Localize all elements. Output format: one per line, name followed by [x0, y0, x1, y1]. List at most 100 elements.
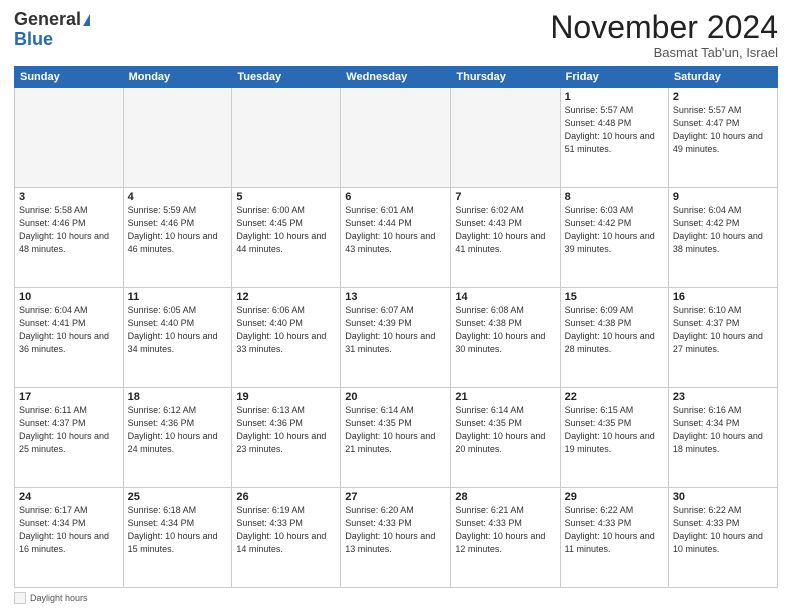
- logo: General Blue: [14, 10, 90, 50]
- calendar-day-header: Saturday: [668, 67, 777, 88]
- day-info: Sunrise: 6:12 AM Sunset: 4:36 PM Dayligh…: [128, 404, 228, 456]
- day-info: Sunrise: 6:13 AM Sunset: 4:36 PM Dayligh…: [236, 404, 336, 456]
- calendar-cell: 26Sunrise: 6:19 AM Sunset: 4:33 PM Dayli…: [232, 488, 341, 588]
- day-number: 27: [345, 491, 446, 503]
- calendar-cell: [451, 88, 560, 188]
- legend-label: Daylight hours: [30, 593, 88, 603]
- day-info: Sunrise: 6:03 AM Sunset: 4:42 PM Dayligh…: [565, 204, 664, 256]
- calendar-day-header: Tuesday: [232, 67, 341, 88]
- day-info: Sunrise: 6:06 AM Sunset: 4:40 PM Dayligh…: [236, 304, 336, 356]
- day-info: Sunrise: 6:14 AM Sunset: 4:35 PM Dayligh…: [345, 404, 446, 456]
- calendar-cell: 13Sunrise: 6:07 AM Sunset: 4:39 PM Dayli…: [341, 288, 451, 388]
- calendar-cell: 20Sunrise: 6:14 AM Sunset: 4:35 PM Dayli…: [341, 388, 451, 488]
- calendar-cell: 6Sunrise: 6:01 AM Sunset: 4:44 PM Daylig…: [341, 188, 451, 288]
- calendar-cell: 7Sunrise: 6:02 AM Sunset: 4:43 PM Daylig…: [451, 188, 560, 288]
- day-info: Sunrise: 6:02 AM Sunset: 4:43 PM Dayligh…: [455, 204, 555, 256]
- day-info: Sunrise: 6:16 AM Sunset: 4:34 PM Dayligh…: [673, 404, 773, 456]
- day-info: Sunrise: 5:57 AM Sunset: 4:48 PM Dayligh…: [565, 104, 664, 156]
- day-info: Sunrise: 6:04 AM Sunset: 4:42 PM Dayligh…: [673, 204, 773, 256]
- calendar-cell: [341, 88, 451, 188]
- calendar-cell: 11Sunrise: 6:05 AM Sunset: 4:40 PM Dayli…: [123, 288, 232, 388]
- logo-icon: [83, 14, 90, 26]
- calendar-cell: [123, 88, 232, 188]
- calendar-cell: 18Sunrise: 6:12 AM Sunset: 4:36 PM Dayli…: [123, 388, 232, 488]
- calendar-day-header: Friday: [560, 67, 668, 88]
- day-number: 30: [673, 491, 773, 503]
- day-number: 7: [455, 191, 555, 203]
- calendar-day-header: Monday: [123, 67, 232, 88]
- calendar-cell: 17Sunrise: 6:11 AM Sunset: 4:37 PM Dayli…: [15, 388, 124, 488]
- month-title: November 2024: [550, 10, 778, 45]
- day-number: 25: [128, 491, 228, 503]
- calendar-cell: 23Sunrise: 6:16 AM Sunset: 4:34 PM Dayli…: [668, 388, 777, 488]
- logo-general-text: General: [14, 9, 81, 29]
- day-info: Sunrise: 6:00 AM Sunset: 4:45 PM Dayligh…: [236, 204, 336, 256]
- calendar-cell: 3Sunrise: 5:58 AM Sunset: 4:46 PM Daylig…: [15, 188, 124, 288]
- day-number: 14: [455, 291, 555, 303]
- day-number: 13: [345, 291, 446, 303]
- day-number: 20: [345, 391, 446, 403]
- calendar-cell: 28Sunrise: 6:21 AM Sunset: 4:33 PM Dayli…: [451, 488, 560, 588]
- day-info: Sunrise: 6:22 AM Sunset: 4:33 PM Dayligh…: [565, 504, 664, 556]
- day-number: 3: [19, 191, 119, 203]
- calendar-cell: 25Sunrise: 6:18 AM Sunset: 4:34 PM Dayli…: [123, 488, 232, 588]
- calendar-cell: 19Sunrise: 6:13 AM Sunset: 4:36 PM Dayli…: [232, 388, 341, 488]
- legend: Daylight hours: [14, 592, 778, 604]
- calendar-cell: 8Sunrise: 6:03 AM Sunset: 4:42 PM Daylig…: [560, 188, 668, 288]
- day-number: 17: [19, 391, 119, 403]
- calendar-day-header: Sunday: [15, 67, 124, 88]
- calendar-cell: 1Sunrise: 5:57 AM Sunset: 4:48 PM Daylig…: [560, 88, 668, 188]
- day-info: Sunrise: 6:04 AM Sunset: 4:41 PM Dayligh…: [19, 304, 119, 356]
- day-info: Sunrise: 6:21 AM Sunset: 4:33 PM Dayligh…: [455, 504, 555, 556]
- day-info: Sunrise: 6:15 AM Sunset: 4:35 PM Dayligh…: [565, 404, 664, 456]
- day-info: Sunrise: 6:07 AM Sunset: 4:39 PM Dayligh…: [345, 304, 446, 356]
- location: Basmat Tab'un, Israel: [550, 45, 778, 60]
- day-number: 6: [345, 191, 446, 203]
- day-number: 10: [19, 291, 119, 303]
- calendar-week-row: 10Sunrise: 6:04 AM Sunset: 4:41 PM Dayli…: [15, 288, 778, 388]
- day-number: 16: [673, 291, 773, 303]
- day-info: Sunrise: 6:22 AM Sunset: 4:33 PM Dayligh…: [673, 504, 773, 556]
- day-info: Sunrise: 6:20 AM Sunset: 4:33 PM Dayligh…: [345, 504, 446, 556]
- day-info: Sunrise: 6:18 AM Sunset: 4:34 PM Dayligh…: [128, 504, 228, 556]
- calendar-cell: 16Sunrise: 6:10 AM Sunset: 4:37 PM Dayli…: [668, 288, 777, 388]
- calendar-cell: 2Sunrise: 5:57 AM Sunset: 4:47 PM Daylig…: [668, 88, 777, 188]
- day-number: 15: [565, 291, 664, 303]
- day-info: Sunrise: 6:14 AM Sunset: 4:35 PM Dayligh…: [455, 404, 555, 456]
- day-number: 19: [236, 391, 336, 403]
- calendar-cell: 30Sunrise: 6:22 AM Sunset: 4:33 PM Dayli…: [668, 488, 777, 588]
- day-number: 24: [19, 491, 119, 503]
- calendar-cell: 29Sunrise: 6:22 AM Sunset: 4:33 PM Dayli…: [560, 488, 668, 588]
- day-info: Sunrise: 6:05 AM Sunset: 4:40 PM Dayligh…: [128, 304, 228, 356]
- day-number: 8: [565, 191, 664, 203]
- calendar-cell: 12Sunrise: 6:06 AM Sunset: 4:40 PM Dayli…: [232, 288, 341, 388]
- day-number: 2: [673, 91, 773, 103]
- logo-blue-text: Blue: [14, 30, 90, 50]
- calendar-week-row: 17Sunrise: 6:11 AM Sunset: 4:37 PM Dayli…: [15, 388, 778, 488]
- day-info: Sunrise: 6:19 AM Sunset: 4:33 PM Dayligh…: [236, 504, 336, 556]
- day-info: Sunrise: 6:17 AM Sunset: 4:34 PM Dayligh…: [19, 504, 119, 556]
- calendar-week-row: 1Sunrise: 5:57 AM Sunset: 4:48 PM Daylig…: [15, 88, 778, 188]
- day-info: Sunrise: 6:09 AM Sunset: 4:38 PM Dayligh…: [565, 304, 664, 356]
- day-info: Sunrise: 5:59 AM Sunset: 4:46 PM Dayligh…: [128, 204, 228, 256]
- day-number: 11: [128, 291, 228, 303]
- calendar-cell: 15Sunrise: 6:09 AM Sunset: 4:38 PM Dayli…: [560, 288, 668, 388]
- day-number: 23: [673, 391, 773, 403]
- day-number: 29: [565, 491, 664, 503]
- day-number: 28: [455, 491, 555, 503]
- day-info: Sunrise: 6:10 AM Sunset: 4:37 PM Dayligh…: [673, 304, 773, 356]
- day-number: 18: [128, 391, 228, 403]
- calendar-day-header: Thursday: [451, 67, 560, 88]
- day-info: Sunrise: 6:08 AM Sunset: 4:38 PM Dayligh…: [455, 304, 555, 356]
- calendar-cell: [15, 88, 124, 188]
- calendar-cell: 4Sunrise: 5:59 AM Sunset: 4:46 PM Daylig…: [123, 188, 232, 288]
- day-number: 12: [236, 291, 336, 303]
- calendar-cell: 5Sunrise: 6:00 AM Sunset: 4:45 PM Daylig…: [232, 188, 341, 288]
- day-info: Sunrise: 6:01 AM Sunset: 4:44 PM Dayligh…: [345, 204, 446, 256]
- header: General Blue November 2024 Basmat Tab'un…: [14, 10, 778, 60]
- page: General Blue November 2024 Basmat Tab'un…: [0, 0, 792, 612]
- calendar-cell: 27Sunrise: 6:20 AM Sunset: 4:33 PM Dayli…: [341, 488, 451, 588]
- calendar-cell: 22Sunrise: 6:15 AM Sunset: 4:35 PM Dayli…: [560, 388, 668, 488]
- calendar-header-row: SundayMondayTuesdayWednesdayThursdayFrid…: [15, 67, 778, 88]
- day-number: 1: [565, 91, 664, 103]
